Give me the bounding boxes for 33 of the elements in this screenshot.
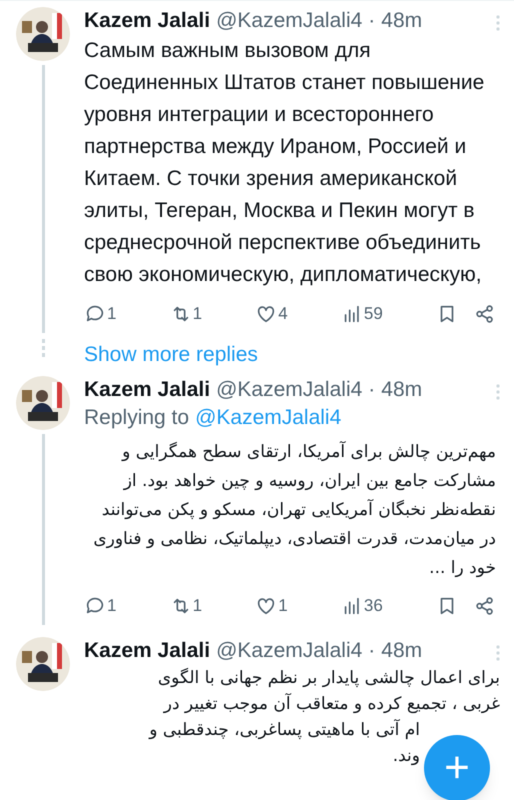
reposts-count: 1 (192, 303, 202, 325)
separator-dot: · (368, 638, 376, 664)
author-handle: @KazemJalali4 (216, 8, 362, 34)
replying-label: Replying to (84, 405, 190, 431)
likes-count: 1 (278, 595, 288, 617)
replies-count: 1 (107, 303, 116, 325)
show-more-replies-link[interactable]: Show more replies (84, 332, 258, 376)
separator-dot: · (368, 8, 376, 34)
author-handle: @KazemJalali4 (216, 377, 362, 403)
reposts-count: 1 (192, 595, 202, 617)
tweet-text-line: ام آتی با ماهیتی پساغربی، چندقطبی و (149, 718, 420, 742)
views-count: 36 (364, 595, 383, 617)
compose-button[interactable]: + (424, 735, 490, 800)
author-name: Kazem Jalali (84, 377, 210, 403)
tweet-text-line: برای اعمال چالشی پایدار بر نظم جهانی با الگوی (158, 666, 500, 690)
mention-link[interactable]: @KazemJalali4 (195, 404, 342, 432)
author-handle: @KazemJalali4 (216, 638, 362, 664)
likes-count: 4 (278, 303, 288, 325)
tweet-text: مهم‌ترین چالش برای آمریکا، ارتقای سطح همگرایی و مشارکت جامع بین ایران، روسیه و چین خواهد بود. از نقطه‌نظر نخبگان آمریکایی تهران، مسکو و پکن می‌توانند در میان‌مدت، قدرت اقتصادی، دیپلماتیک، نظامی و فناوری خود را ... (92, 440, 497, 580)
timestamp: 48m (381, 377, 422, 403)
avatar[interactable] (16, 7, 70, 61)
author-name: Kazem Jalali (84, 8, 210, 34)
avatar[interactable] (16, 376, 70, 430)
tweet-text-line: وند. (392, 744, 420, 768)
separator-dot: · (368, 377, 376, 403)
author-name: Kazem Jalali (84, 638, 210, 664)
tweet-text-line: غربی ، تجمیع کرده و متعاقب آن موجب تغییر در (164, 692, 500, 716)
replies-count: 1 (107, 595, 116, 617)
views-count: 59 (364, 303, 383, 325)
tweet-text: Самым важным вызовом для Соединенных Штатов станет повышение уровня интеграции и всестороннего партнерства между Ираном, Россией и Китаем. С точки зрения американской элиты, Тегеран, Москва и Пекин могут в среднесрочной перспективе объединить свою экономическую, дипломатическую, (84, 38, 486, 288)
timestamp: 48m (381, 8, 422, 34)
timestamp: 48m (381, 638, 422, 664)
avatar[interactable] (16, 636, 70, 690)
